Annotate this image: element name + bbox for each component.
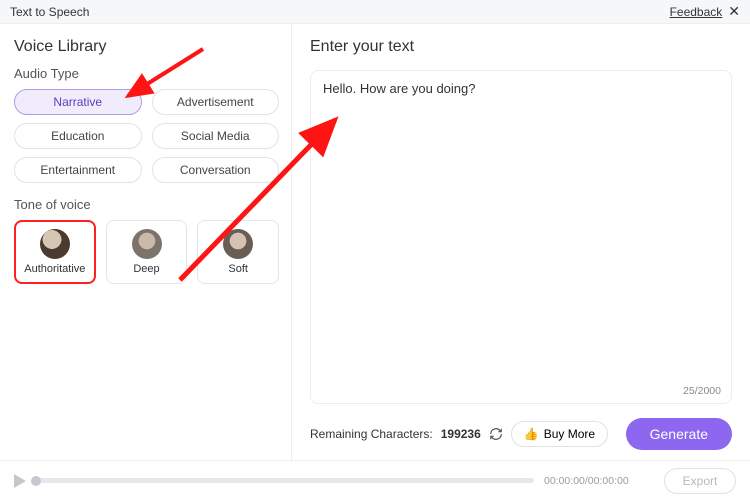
audio-type-social-media[interactable]: Social Media	[152, 123, 280, 149]
avatar-icon	[40, 229, 70, 259]
app-title: Text to Speech	[10, 5, 89, 19]
voice-library-panel: Voice Library Audio Type Narrative Adver…	[0, 24, 292, 460]
refresh-icon[interactable]	[489, 427, 503, 441]
text-entry-panel: Enter your text 25/2000 Remaining Charac…	[292, 24, 750, 460]
generate-button[interactable]: Generate	[626, 418, 732, 450]
buy-more-label: Buy More	[544, 427, 595, 441]
tone-label: Deep	[133, 263, 159, 275]
close-icon[interactable]: ✕	[728, 3, 740, 20]
tone-of-voice-label: Tone of voice	[14, 197, 279, 212]
tone-card-deep[interactable]: Deep	[106, 220, 188, 284]
tone-card-soft[interactable]: Soft	[197, 220, 279, 284]
play-icon[interactable]	[14, 474, 26, 488]
audio-type-narrative[interactable]: Narrative	[14, 89, 142, 115]
remaining-chars-value: 199236	[441, 427, 481, 441]
buy-more-button[interactable]: 👍 Buy More	[511, 421, 608, 447]
time-display: 00:00:00/00:00:00	[544, 475, 654, 487]
title-bar: Text to Speech Feedback ✕	[0, 0, 750, 24]
voice-library-title: Voice Library	[14, 38, 279, 56]
audio-type-conversation[interactable]: Conversation	[152, 157, 280, 183]
audio-type-grid: Narrative Advertisement Education Social…	[14, 89, 279, 183]
char-count: 25/2000	[683, 385, 721, 397]
thumbs-up-icon: 👍	[524, 427, 539, 441]
audio-type-education[interactable]: Education	[14, 123, 142, 149]
tone-card-authoritative[interactable]: Authoritative	[14, 220, 96, 284]
text-input[interactable]	[323, 81, 719, 393]
audio-type-entertainment[interactable]: Entertainment	[14, 157, 142, 183]
tone-label: Authoritative	[24, 263, 85, 275]
player-bar: 00:00:00/00:00:00 Export	[0, 460, 750, 500]
tone-of-voice-row: Authoritative Deep Soft	[14, 220, 279, 284]
enter-text-heading: Enter your text	[310, 38, 732, 56]
avatar-icon	[223, 229, 253, 259]
seek-slider[interactable]	[36, 478, 534, 483]
tone-label: Soft	[228, 263, 248, 275]
remaining-chars-label: Remaining Characters:	[310, 427, 433, 441]
audio-type-label: Audio Type	[14, 66, 279, 81]
text-input-wrap: 25/2000	[310, 70, 732, 404]
audio-type-advertisement[interactable]: Advertisement	[152, 89, 280, 115]
avatar-icon	[132, 229, 162, 259]
feedback-link[interactable]: Feedback	[670, 5, 723, 19]
seek-knob[interactable]	[31, 476, 41, 486]
export-button[interactable]: Export	[664, 468, 736, 494]
